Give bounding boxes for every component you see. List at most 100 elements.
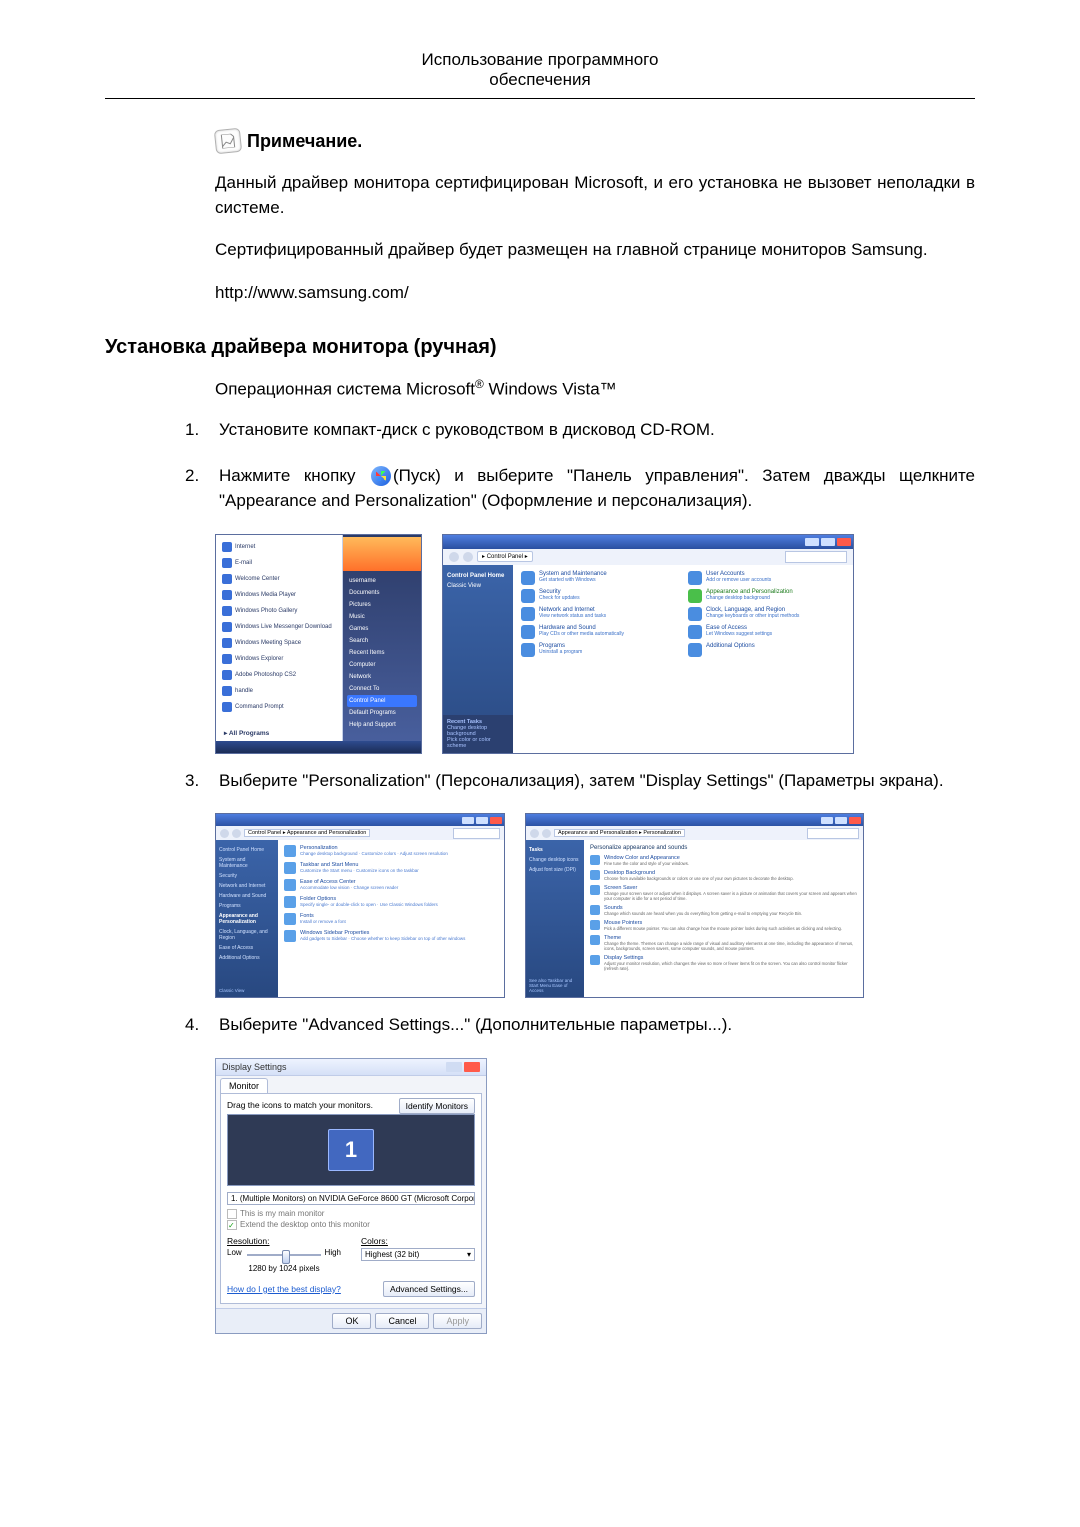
- cat-network[interactable]: Network and InternetView network status …: [521, 607, 678, 621]
- start-menu-item[interactable]: handle: [220, 683, 338, 699]
- start-menu-item[interactable]: Windows Meeting Space: [220, 635, 338, 651]
- help-link[interactable]: How do I get the best display?: [227, 1284, 341, 1294]
- sidebar-item[interactable]: Hardware and Sound: [219, 891, 275, 901]
- start-menu-item[interactable]: Internet: [220, 539, 338, 555]
- resolution-slider[interactable]: Low High: [227, 1248, 341, 1262]
- start-menu-right-item[interactable]: Help and Support: [347, 719, 417, 731]
- start-menu-right-item[interactable]: Default Programs: [347, 707, 417, 719]
- cat-additional[interactable]: Additional Options: [688, 643, 845, 657]
- sidebar-item[interactable]: Network and Internet: [219, 881, 275, 891]
- sidebar-item[interactable]: Ease of Access: [219, 943, 275, 953]
- close-button[interactable]: [464, 1062, 480, 1072]
- advanced-settings-button[interactable]: Advanced Settings...: [383, 1281, 475, 1297]
- breadcrumb[interactable]: Control Panel ▸ Appearance and Personali…: [244, 829, 370, 837]
- start-menu-right-item[interactable]: Recent Items: [347, 647, 417, 659]
- entry-folder-options[interactable]: Folder OptionsSpecify single- or double-…: [284, 896, 498, 908]
- start-menu-control-panel[interactable]: Control Panel: [347, 695, 417, 707]
- dialog-title: Display Settings: [222, 1062, 287, 1072]
- start-menu-item[interactable]: Windows Live Messenger Download: [220, 619, 338, 635]
- breadcrumb[interactable]: Appearance and Personalization ▸ Persona…: [554, 829, 685, 837]
- ok-button[interactable]: OK: [332, 1313, 371, 1329]
- start-menu-item[interactable]: E-mail: [220, 555, 338, 571]
- cat-system[interactable]: System and MaintenanceGet started with W…: [521, 571, 678, 585]
- entry-display-settings[interactable]: Display SettingsAdjust your monitor reso…: [590, 955, 857, 971]
- close-button[interactable]: [849, 817, 861, 824]
- start-menu-item[interactable]: Windows Media Player: [220, 587, 338, 603]
- start-menu-right-item[interactable]: Computer: [347, 659, 417, 671]
- close-button[interactable]: [837, 538, 851, 546]
- help-button[interactable]: [446, 1062, 462, 1072]
- breadcrumb[interactable]: ▸ Control Panel ▸: [477, 551, 533, 562]
- start-menu-item[interactable]: Adobe Photoshop CS2: [220, 667, 338, 683]
- search-input[interactable]: [807, 828, 859, 839]
- minimize-button[interactable]: [805, 538, 819, 546]
- forward-button[interactable]: [232, 829, 241, 838]
- search-input[interactable]: [785, 551, 847, 563]
- cat-user-accounts[interactable]: User AccountsAdd or remove user accounts: [688, 571, 845, 585]
- maximize-button[interactable]: [821, 538, 835, 546]
- all-programs[interactable]: ▸ All Programs: [224, 729, 269, 737]
- sidebar-task[interactable]: Change desktop icons: [529, 855, 581, 865]
- entry-fonts[interactable]: FontsInstall or remove a font: [284, 913, 498, 925]
- forward-button[interactable]: [542, 829, 551, 838]
- entry-sounds[interactable]: SoundsChange which sounds are heard when…: [590, 905, 857, 916]
- entry-ease-of-access[interactable]: Ease of Access CenterAccommodate low vis…: [284, 879, 498, 891]
- sidebar-item[interactable]: System and Maintenance: [219, 855, 275, 871]
- start-menu-item[interactable]: Welcome Center: [220, 571, 338, 587]
- minimize-button[interactable]: [821, 817, 833, 824]
- close-button[interactable]: [490, 817, 502, 824]
- cat-clock-language[interactable]: Clock, Language, and RegionChange keyboa…: [688, 607, 845, 621]
- cat-security[interactable]: SecurityCheck for updates: [521, 589, 678, 603]
- start-menu-right-item[interactable]: Connect To: [347, 683, 417, 695]
- cat-appearance[interactable]: Appearance and PersonalizationChange des…: [688, 589, 845, 603]
- sidebar-item[interactable]: Additional Options: [219, 953, 275, 963]
- start-menu-right-item[interactable]: Games: [347, 623, 417, 635]
- maximize-button[interactable]: [835, 817, 847, 824]
- sidebar-item[interactable]: Clock, Language, and Region: [219, 927, 275, 943]
- start-menu-right-item[interactable]: Search: [347, 635, 417, 647]
- sidebar-home[interactable]: Control Panel Home: [447, 571, 509, 581]
- apply-button[interactable]: Apply: [433, 1313, 482, 1329]
- entry-sidebar[interactable]: Windows Sidebar PropertiesAdd gadgets to…: [284, 930, 498, 942]
- back-button[interactable]: [220, 829, 229, 838]
- start-menu-right-item[interactable]: Pictures: [347, 599, 417, 611]
- start-menu-right-item[interactable]: username: [347, 575, 417, 587]
- entry-window-color[interactable]: Window Color and AppearanceFine tune the…: [590, 855, 857, 866]
- sidebar-task[interactable]: Adjust font size (DPI): [529, 865, 581, 875]
- minimize-button[interactable]: [462, 817, 474, 824]
- search-input[interactable]: [453, 828, 500, 839]
- start-menu-item[interactable]: Command Prompt: [220, 699, 338, 715]
- entry-desktop-background[interactable]: Desktop BackgroundChoose from available …: [590, 870, 857, 881]
- cat-programs[interactable]: ProgramsUninstall a program: [521, 643, 678, 657]
- entry-theme[interactable]: ThemeChange the theme. Themes can change…: [590, 935, 857, 951]
- sidebar-item-selected[interactable]: Appearance and Personalization: [219, 911, 275, 927]
- start-menu-item[interactable]: Windows Explorer: [220, 651, 338, 667]
- entry-mouse-pointers[interactable]: Mouse PointersPick a different mouse poi…: [590, 920, 857, 931]
- tab-monitor[interactable]: Monitor: [220, 1078, 268, 1093]
- entry-taskbar[interactable]: Taskbar and Start MenuCustomize the Star…: [284, 862, 498, 874]
- colors-combo[interactable]: Highest (32 bit)▾: [361, 1248, 475, 1261]
- cat-ease-of-access[interactable]: Ease of AccessLet Windows suggest settin…: [688, 625, 845, 639]
- monitor-icon[interactable]: 1: [328, 1129, 374, 1171]
- back-button[interactable]: [530, 829, 539, 838]
- cat-hardware[interactable]: Hardware and SoundPlay CDs or other medi…: [521, 625, 678, 639]
- sidebar-item[interactable]: Security: [219, 871, 275, 881]
- note-url: http://www.samsung.com/: [215, 281, 975, 306]
- forward-button[interactable]: [463, 552, 473, 562]
- entry-screen-saver[interactable]: Screen SaverChange your screen saver or …: [590, 885, 857, 901]
- identify-monitors-button[interactable]: Identify Monitors: [399, 1098, 475, 1114]
- start-menu-item[interactable]: Windows Photo Gallery: [220, 603, 338, 619]
- sidebar-classic-view[interactable]: Classic View: [447, 581, 509, 591]
- start-menu-right-item[interactable]: Documents: [347, 587, 417, 599]
- back-button[interactable]: [449, 552, 459, 562]
- start-menu-right-item[interactable]: Network: [347, 671, 417, 683]
- start-menu-right-item[interactable]: Music: [347, 611, 417, 623]
- entry-personalization[interactable]: PersonalizationChange desktop background…: [284, 845, 498, 857]
- cancel-button[interactable]: Cancel: [375, 1313, 429, 1329]
- monitor-preview[interactable]: 1: [227, 1114, 475, 1186]
- monitor-select-combo[interactable]: 1. (Multiple Monitors) on NVIDIA GeForce…: [227, 1192, 475, 1205]
- maximize-button[interactable]: [476, 817, 488, 824]
- slider-thumb[interactable]: [282, 1250, 290, 1264]
- sidebar-item[interactable]: Programs: [219, 901, 275, 911]
- sidebar-item[interactable]: Control Panel Home: [219, 845, 275, 855]
